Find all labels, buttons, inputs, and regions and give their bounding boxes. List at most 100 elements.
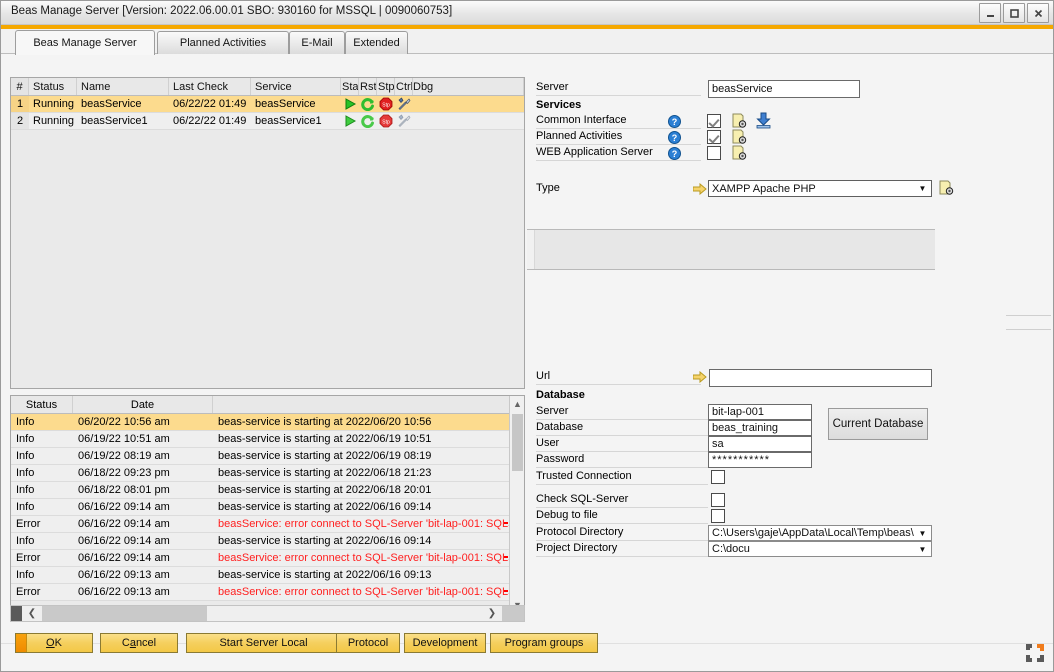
log-status: Error [11,516,73,532]
start-server-local-label: Start Server Local [219,637,307,649]
server-input[interactable] [708,80,860,98]
db-password-input[interactable] [708,452,812,468]
help-icon[interactable]: ? [668,131,681,144]
list-item[interactable]: Info 06/19/22 08:19 am beas-service is s… [11,448,511,465]
stop-icon[interactable]: Stp [377,96,395,112]
col-debug: Dbg [413,78,524,95]
details-grid[interactable] [527,229,935,270]
list-item[interactable]: Info 06/19/22 10:51 am beas-service is s… [11,431,511,448]
current-database-button[interactable]: Current Database [828,408,928,440]
debug-to-file-checkbox[interactable] [711,509,725,523]
stop-icon[interactable]: Stp [377,113,395,129]
scrollbar-thumb[interactable] [42,606,207,621]
svg-text:Stp: Stp [382,102,390,108]
row-number: 2 [11,113,29,129]
log-message: beas-service is starting at 2022/06/16 0… [213,533,511,549]
col-start: Sta [341,78,359,95]
log-vertical-scrollbar[interactable]: ▲ ▼ [509,396,524,613]
col-restart: Rst [359,78,377,95]
table-row[interactable]: 1 Running beasService 06/22/22 01:49 bea… [11,96,524,113]
list-item[interactable]: Error 06/16/22 09:14 am beasService: err… [11,516,511,533]
cancel-button[interactable]: Cancel [100,633,178,653]
list-item[interactable]: Info 06/18/22 08:01 pm beas-service is s… [11,482,511,499]
scroll-left-icon[interactable]: ❮ [22,608,42,619]
help-icon[interactable]: ? [668,147,681,160]
details-grid-gutter [527,230,535,269]
col-log-message [213,396,511,413]
table-row[interactable]: 2 Running beasService1 06/22/22 01:49 be… [11,113,524,130]
chevron-down-icon[interactable]: ▼ [914,181,931,196]
tab-label: Beas Manage Server [33,37,136,49]
list-item[interactable]: Error 06/16/22 09:14 am beasService: err… [11,550,511,567]
list-item[interactable]: Info 06/18/22 09:23 pm beas-service is s… [11,465,511,482]
tab-e-mail[interactable]: E-Mail [289,31,345,54]
tab-beas-manage-server[interactable]: Beas Manage Server [15,30,155,55]
row-service: beasService1 [251,113,341,129]
log-message: beasService: error connect to SQL-Server… [213,550,511,566]
type-dropdown[interactable]: XAMPP Apache PHP ▼ [708,180,932,197]
resize-grip-icon[interactable] [1025,643,1045,663]
project-directory-label: Project Directory [536,542,708,557]
control-tools-icon[interactable] [395,113,413,129]
col-stop: Stp [377,78,395,95]
chevron-down-icon[interactable]: ▼ [914,542,931,556]
db-user-input[interactable] [708,436,812,452]
development-label: Development [413,637,478,649]
chevron-down-icon[interactable]: ▼ [914,526,931,540]
help-icon[interactable]: ? [668,115,681,128]
development-button[interactable]: Development [404,633,486,653]
log-date: 06/18/22 08:01 pm [73,482,213,498]
debug-to-file-label: Debug to file [536,509,708,524]
web-application-server-checkbox[interactable] [707,146,721,160]
close-icon[interactable] [1027,3,1049,23]
control-tools-icon[interactable] [395,96,413,112]
common-interface-checkbox[interactable] [707,114,721,128]
settings-file-icon[interactable] [732,145,747,161]
log-table[interactable]: Status Date Info 06/20/22 10:56 am beas-… [10,395,525,614]
project-directory-dropdown[interactable]: C:\docu ▼ [708,541,932,557]
col-status: Status [29,78,77,95]
program-groups-button[interactable]: Program groups [490,633,598,653]
restart-icon[interactable] [359,96,377,112]
db-database-input[interactable] [708,420,812,436]
list-item[interactable]: Info 06/20/22 10:56 am beas-service is s… [11,414,511,431]
url-input[interactable] [709,369,932,387]
list-item[interactable]: Info 06/16/22 09:13 am beas-service is s… [11,567,511,584]
download-icon[interactable] [755,112,772,129]
planned-activities-checkbox[interactable] [707,130,721,144]
start-icon[interactable] [341,113,359,129]
check-sql-server-checkbox[interactable] [711,493,725,507]
log-date: 06/18/22 09:23 pm [73,465,213,481]
start-server-local-button[interactable]: Start Server Local [186,633,341,653]
type-settings-file-icon[interactable] [939,180,954,196]
ok-button[interactable]: OK [15,633,93,653]
check-sql-server-label: Check SQL-Server [536,493,708,508]
col-number: # [11,78,29,95]
protocol-button[interactable]: Protocol [336,633,400,653]
minimize-icon[interactable] [979,3,1001,23]
list-item[interactable]: Info 06/16/22 09:14 am beas-service is s… [11,499,511,516]
db-server-input[interactable] [708,404,812,420]
settings-file-icon[interactable] [732,113,747,129]
maximize-icon[interactable] [1003,3,1025,23]
scroll-right-icon[interactable]: ❯ [482,608,502,619]
protocol-directory-dropdown[interactable]: C:\Users\gaje\AppData\Local\Temp\beas\ ▼ [708,525,932,541]
log-message: beasService: error connect to SQL-Server… [213,516,511,532]
scroll-track[interactable] [42,606,482,621]
tab-planned-activities[interactable]: Planned Activities [157,31,289,54]
project-directory-value: C:\docu [712,543,750,555]
trusted-connection-checkbox[interactable] [711,470,725,484]
restart-icon[interactable] [359,113,377,129]
log-message: beas-service is starting at 2022/06/19 0… [213,448,511,464]
log-horizontal-scrollbar[interactable]: ❮ ❯ [10,605,525,622]
log-status: Info [11,482,73,498]
beas-manage-server-window: Beas Manage Server [Version: 2022.06.00.… [0,0,1054,672]
settings-file-icon[interactable] [732,129,747,145]
list-item[interactable]: Info 06/16/22 09:14 am beas-service is s… [11,533,511,550]
service-table[interactable]: # Status Name Last Check Service Sta Rst… [10,77,525,389]
tab-extended[interactable]: Extended [345,31,408,54]
list-item[interactable]: Error 06/16/22 09:13 am beasService: err… [11,584,511,601]
start-icon[interactable] [341,96,359,112]
scroll-up-icon[interactable]: ▲ [510,396,525,412]
scrollbar-thumb[interactable] [512,414,523,471]
